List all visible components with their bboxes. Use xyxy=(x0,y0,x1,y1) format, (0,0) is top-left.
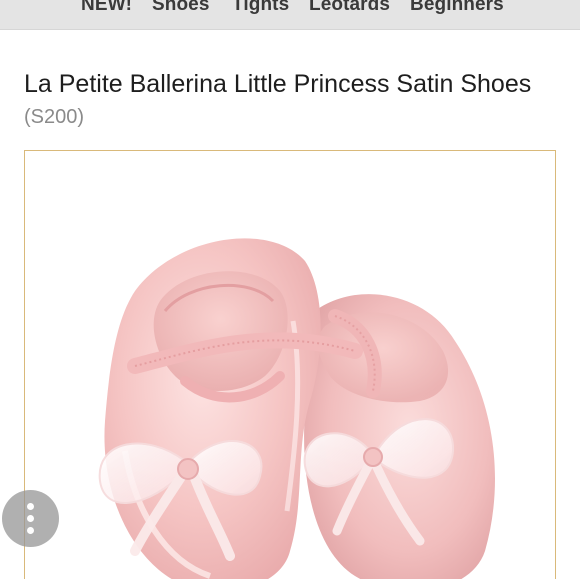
more-vertical-icon xyxy=(27,503,34,510)
nav-item-leotards[interactable]: Leotards xyxy=(309,0,390,16)
nav-item-shoes[interactable]: Shoes xyxy=(152,0,210,16)
more-vertical-icon-dot xyxy=(27,527,34,534)
product-title: La Petite Ballerina Little Princess Sati… xyxy=(24,70,532,98)
category-nav: NEW! Shoes Tights Leotards Beginners xyxy=(0,0,580,30)
more-vertical-icon-dot xyxy=(27,515,34,522)
ballet-shoes-illustration xyxy=(98,238,495,579)
nav-item-new[interactable]: NEW! xyxy=(81,0,132,16)
more-options-button[interactable] xyxy=(2,490,59,547)
nav-item-tights[interactable]: Tights xyxy=(232,0,289,16)
nav-item-beginners[interactable]: Beginners xyxy=(410,0,504,16)
product-image[interactable] xyxy=(24,150,556,579)
product-sku: (S200) xyxy=(24,106,85,128)
product-page: NEW! Shoes Tights Leotards Beginners La … xyxy=(0,0,580,579)
